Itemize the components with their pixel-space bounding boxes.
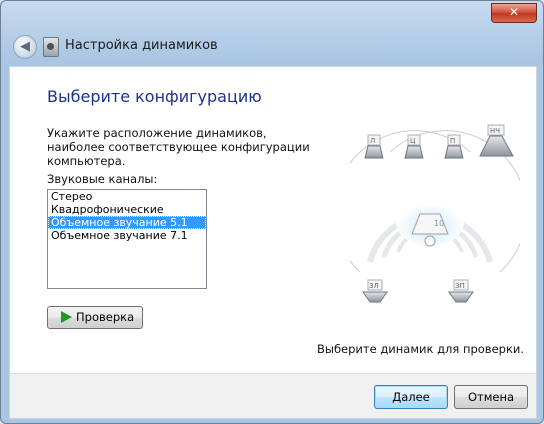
content-panel: Выберите конфигурацию Укажите расположен…	[9, 66, 537, 375]
close-button[interactable]: ✕	[491, 3, 537, 23]
back-button[interactable]: ◀	[13, 35, 37, 59]
channel-item-stereo[interactable]: Стерео	[48, 190, 206, 203]
speaker-center-label: Ц	[410, 137, 416, 145]
select-speaker-hint: Выберите динамик для проверки.	[317, 342, 525, 356]
speaker-setup-window: ✕ ◀ Настройка динамиков Выберите конфигу…	[0, 0, 544, 424]
speaker-rear-right[interactable]: ЗП	[448, 279, 474, 303]
speaker-rear-right-label: ЗП	[455, 282, 465, 290]
channels-listbox[interactable]: Стерео Квадрофонические Объемное звучани…	[47, 189, 207, 289]
listener-marker-label: 10	[434, 219, 444, 228]
speaker-front-right-label: П	[450, 137, 455, 145]
speaker-rear-left-label: ЗЛ	[369, 282, 379, 290]
speaker-icon	[43, 37, 59, 57]
speaker-diagram: 10 Л Ц П НЧ ЗЛ ЗП	[350, 124, 520, 303]
speaker-front-left[interactable]: Л	[364, 134, 384, 159]
cancel-button[interactable]: Отмена	[454, 385, 528, 409]
speaker-front-left-label: Л	[370, 137, 375, 145]
channels-label: Звуковые каналы:	[47, 172, 158, 186]
speaker-subwoofer[interactable]: НЧ	[479, 124, 514, 157]
next-button[interactable]: Далее	[374, 385, 448, 409]
footer-bar: Далее Отмена	[9, 373, 537, 419]
speaker-front-right[interactable]: П	[444, 134, 464, 159]
speaker-center[interactable]: Ц	[404, 134, 424, 159]
speaker-subwoofer-label: НЧ	[490, 127, 500, 135]
speaker-rear-left[interactable]: ЗЛ	[362, 279, 388, 303]
window-title: Настройка динамиков	[65, 38, 218, 53]
play-icon	[61, 311, 72, 323]
channel-item-quad[interactable]: Квадрофонические	[48, 203, 206, 216]
test-button[interactable]: Проверка	[47, 306, 143, 329]
channel-item-5-1[interactable]: Объемное звучание 5.1	[48, 216, 206, 229]
description-text: Укажите расположение динамиков, наиболее…	[47, 126, 310, 168]
test-button-label: Проверка	[76, 310, 135, 324]
channel-item-7-1[interactable]: Объемное звучание 7.1	[48, 229, 206, 242]
page-heading: Выберите конфигурацию	[47, 87, 262, 106]
